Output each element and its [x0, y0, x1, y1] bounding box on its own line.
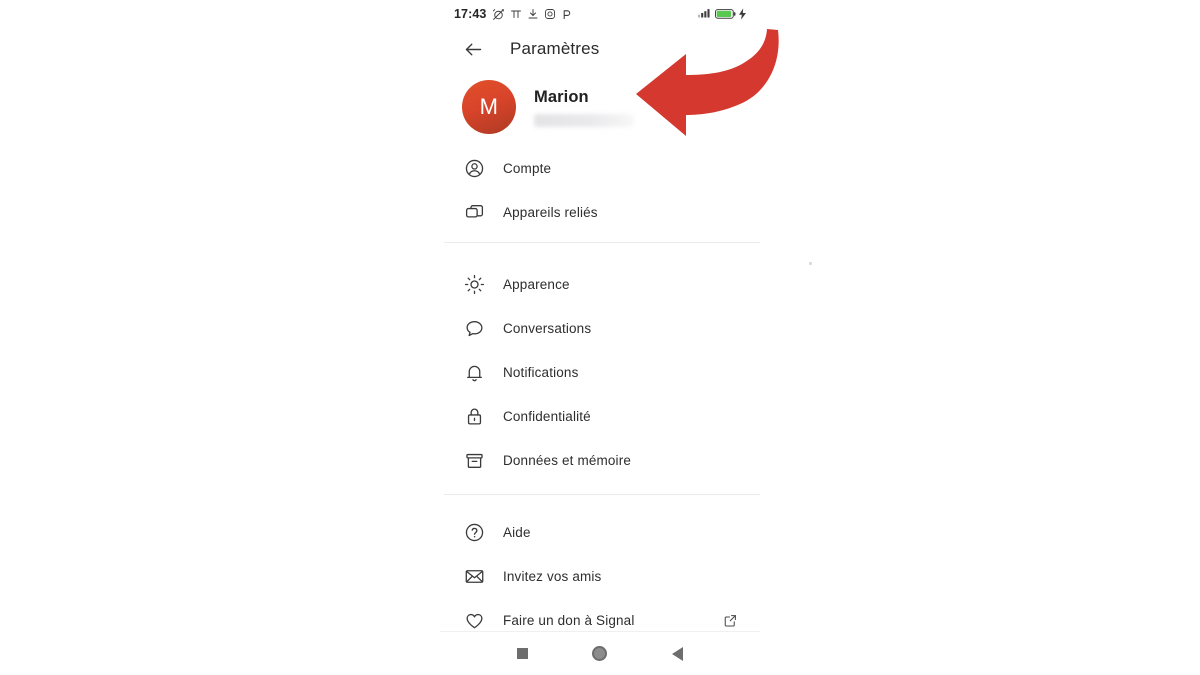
back-nav-button[interactable]	[664, 641, 690, 667]
menu-item-label: Données et mémoire	[503, 452, 632, 468]
menu-item-label: Compte	[503, 160, 552, 176]
alarm-off-icon	[493, 8, 505, 20]
section-divider-2	[444, 494, 760, 495]
recents-square-icon	[517, 648, 529, 659]
menu-item-label: Appareils reliés	[503, 204, 598, 220]
profile-text: Marion	[534, 88, 634, 127]
menu-item-notifications[interactable]: Notifications	[440, 350, 760, 394]
account-group: Compte Appareils reliés	[440, 146, 760, 234]
status-bar: 17:43	[440, 0, 760, 28]
help-circle-icon	[462, 520, 486, 544]
menu-item-label: Invitez vos amis	[503, 568, 602, 584]
menu-item-invitez-vos-amis[interactable]: Invitez vos amis	[440, 554, 760, 598]
status-right-icons	[698, 8, 746, 20]
menu-item-label: Aide	[503, 524, 531, 540]
menu-item-label: Confidentialité	[503, 408, 591, 424]
menu-item-aide[interactable]: Aide	[440, 510, 760, 554]
brightness-sun-icon	[462, 272, 486, 296]
menu-item-appareils-relies[interactable]: Appareils reliés	[440, 190, 760, 234]
avatar-initial: M	[479, 94, 499, 119]
phone-screenshot: 17:43 Paramètres M Marion Compte Apparei…	[440, 0, 760, 675]
android-nav-bar	[440, 631, 760, 675]
external-link-icon[interactable]	[722, 612, 738, 628]
menu-item-confidentialite[interactable]: Confidentialité	[440, 394, 760, 438]
menu-item-donnees-et-memoire[interactable]: Données et mémoire	[440, 438, 760, 482]
back-triangle-icon	[671, 646, 683, 661]
chat-bubble-icon	[462, 316, 486, 340]
download-icon	[529, 9, 538, 19]
preferences-group: Apparence Conversations Notifications Co…	[440, 262, 760, 482]
linked-devices-icon	[462, 200, 486, 224]
app-bar: Paramètres	[440, 28, 760, 70]
status-clock: 17:43	[454, 7, 487, 21]
page-title: Paramètres	[510, 39, 600, 58]
home-circle-icon	[592, 646, 608, 661]
back-button[interactable]	[458, 34, 488, 64]
support-group: Aide Invitez vos amis Faire un don à Sig…	[440, 510, 760, 642]
menu-item-apparence[interactable]: Apparence	[440, 262, 760, 306]
recents-button[interactable]	[510, 641, 536, 667]
profile-name: Marion	[534, 87, 589, 106]
profile-row[interactable]: M Marion	[440, 76, 760, 138]
envelope-icon	[462, 564, 486, 588]
home-button[interactable]	[587, 641, 613, 667]
instagram-icon	[545, 9, 556, 19]
menu-item-label: Conversations	[503, 320, 592, 336]
p-icon	[564, 9, 571, 19]
menu-item-conversations[interactable]: Conversations	[440, 306, 760, 350]
section-divider-1	[444, 242, 760, 243]
battery-icon	[715, 9, 736, 19]
archive-box-icon	[462, 448, 486, 472]
signal-bars-icon	[698, 9, 710, 18]
pi-icon	[511, 10, 522, 18]
menu-item-compte[interactable]: Compte	[440, 146, 760, 190]
back-arrow-icon	[465, 43, 481, 55]
status-left-icons	[492, 8, 572, 21]
bell-icon	[462, 360, 486, 384]
menu-item-label: Notifications	[503, 364, 579, 380]
menu-item-label: Apparence	[503, 276, 570, 292]
lock-icon	[462, 404, 486, 428]
profile-subtitle-redacted	[534, 113, 634, 127]
avatar: M	[462, 80, 516, 134]
heart-icon	[462, 608, 486, 632]
account-circle-icon	[462, 156, 486, 180]
image-artifact-dot	[809, 262, 812, 265]
charging-bolt-icon	[739, 8, 746, 20]
menu-item-label: Faire un don à Signal	[503, 612, 635, 628]
